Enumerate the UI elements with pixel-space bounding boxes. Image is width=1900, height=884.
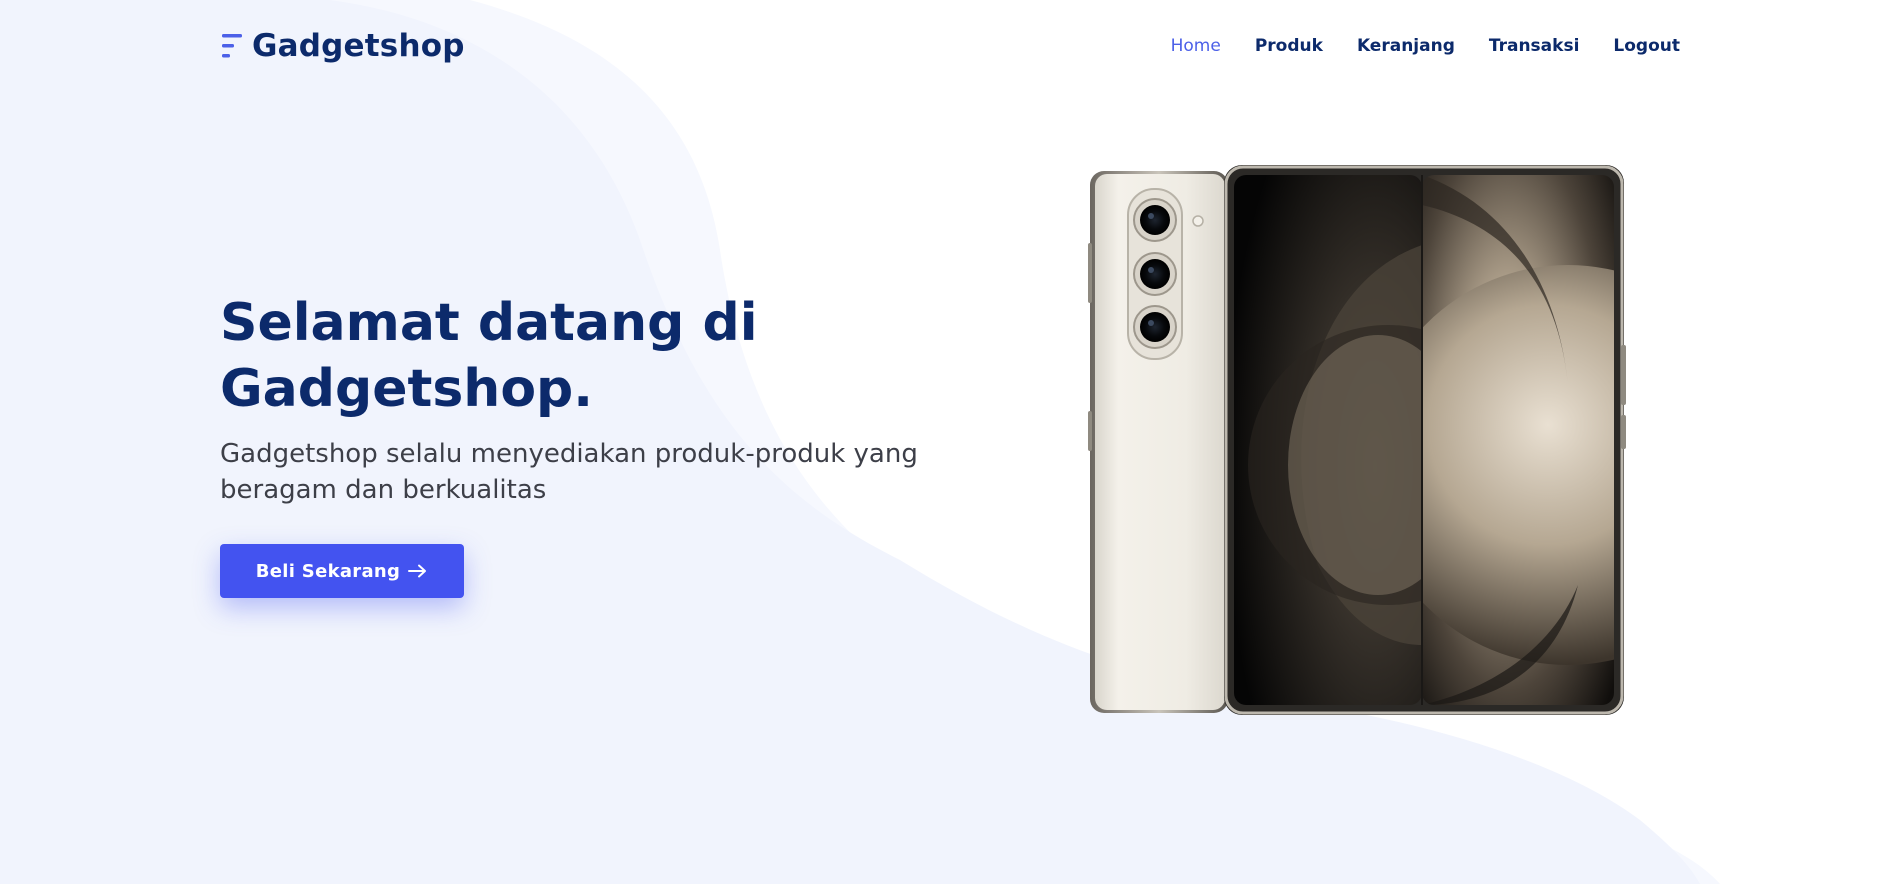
product-image: [1088, 165, 1626, 717]
top-navbar: Gadgetshop Home Produk Keranjang Transak…: [0, 0, 1900, 96]
nav-link-keranjang[interactable]: Keranjang: [1357, 36, 1455, 56]
brand-name: Gadgetshop: [252, 28, 465, 64]
nav-link-produk[interactable]: Produk: [1255, 36, 1323, 56]
nav-link-home[interactable]: Home: [1171, 36, 1221, 56]
landing-page: Gadgetshop Home Produk Keranjang Transak…: [0, 0, 1900, 884]
menu-lines-icon: [222, 34, 242, 58]
brand-logo[interactable]: Gadgetshop: [220, 28, 465, 64]
hero-subtitle: Gadgetshop selalu menyediakan produk-pro…: [220, 439, 918, 505]
hero-section: Selamat datang di Gadgetshop. Gadgetshop…: [220, 290, 960, 598]
buy-now-label: Beli Sekarang: [255, 560, 401, 582]
nav-link-transaksi[interactable]: Transaksi: [1489, 36, 1580, 56]
hero-title: Selamat datang di Gadgetshop.: [220, 293, 758, 419]
arrow-right-icon: [408, 564, 427, 578]
nav-link-logout[interactable]: Logout: [1613, 36, 1680, 56]
foldable-phone-image: [1088, 165, 1626, 715]
main-nav: Home Produk Keranjang Transaksi Logout: [1171, 36, 1680, 56]
buy-now-button[interactable]: Beli Sekarang: [220, 544, 464, 598]
